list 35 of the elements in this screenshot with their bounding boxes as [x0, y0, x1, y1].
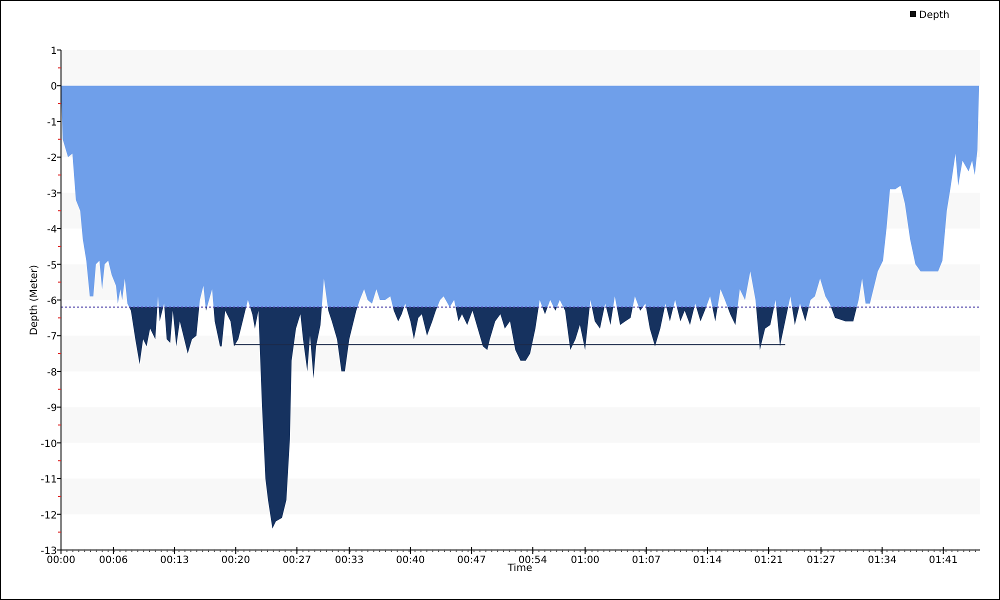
- y-tick-label: -13: [40, 546, 57, 557]
- x-axis-title: Time: [508, 563, 532, 574]
- y-tick-label: -5: [47, 260, 57, 272]
- x-tick-label: 00:54: [518, 555, 548, 566]
- y-tick-label: 0: [50, 82, 57, 93]
- y-tick-label: -7: [47, 332, 57, 343]
- x-tick-label: 00:06: [99, 555, 128, 566]
- y-tick-label: 1: [50, 46, 57, 57]
- x-tick-label: 00:13: [160, 555, 189, 566]
- y-tick-label: -3: [47, 188, 57, 200]
- y-tick-label: -1: [47, 117, 57, 128]
- x-tick-label: 00:47: [457, 555, 486, 566]
- x-tick-label: 00:40: [396, 555, 425, 566]
- y-tick-label: -8: [47, 367, 57, 378]
- x-tick-label: 01:21: [754, 555, 783, 566]
- x-tick-label: 01:34: [868, 555, 897, 566]
- y-tick-label: -6: [47, 296, 57, 307]
- y-axis-title: Depth (Meter): [29, 264, 40, 336]
- x-tick-label: 00:20: [221, 555, 250, 566]
- y-tick-label: -9: [47, 403, 57, 414]
- x-tick-label: 01:07: [632, 555, 661, 566]
- x-tick-label: 01:41: [928, 555, 958, 566]
- x-tick-label: 00:27: [282, 555, 312, 566]
- legend-label: Depth: [919, 10, 950, 21]
- x-tick-label: 01:00: [570, 555, 600, 566]
- y-tick-label: -12: [40, 510, 57, 522]
- legend-swatch: [910, 11, 916, 17]
- y-tick-label: -11: [40, 474, 57, 486]
- x-tick-label: 01:14: [693, 555, 722, 566]
- x-tick-label: 00:00: [46, 555, 76, 566]
- y-tick-label: -4: [47, 224, 57, 236]
- y-tick-label: -2: [47, 153, 57, 164]
- y-tick-label: -10: [40, 438, 57, 450]
- x-tick-label: 00:33: [334, 555, 364, 566]
- x-tick-label: 01:27: [806, 555, 836, 566]
